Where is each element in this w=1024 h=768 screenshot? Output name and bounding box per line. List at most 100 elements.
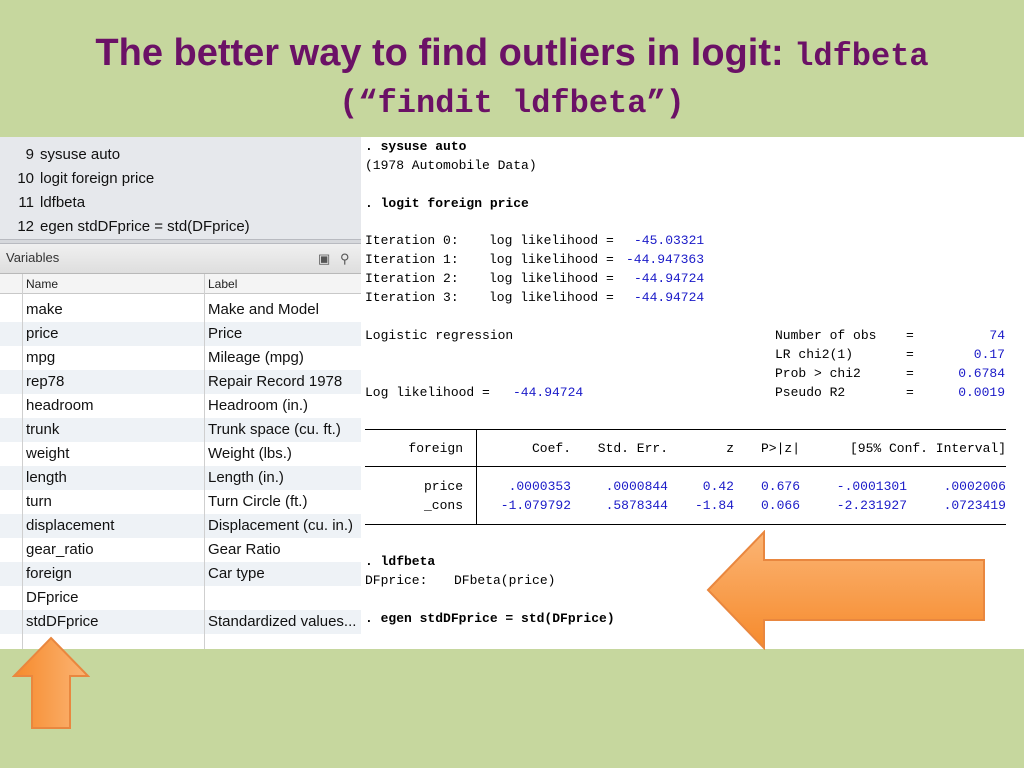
arrow-left-icon [706, 530, 985, 650]
ldfbeta-var: DFprice: [365, 573, 428, 588]
variable-label: Weight (lbs.) [208, 445, 292, 462]
stat-eq: = [906, 385, 914, 400]
output-dataset: (1978 Automobile Data) [365, 158, 537, 173]
cmd-sysuse: . sysuse auto [365, 139, 467, 154]
table-header: P>|z| [760, 441, 800, 456]
properties-toggle-icon[interactable]: ▣ [318, 251, 330, 267]
variable-row[interactable]: length Length (in.) [0, 466, 361, 490]
stat-eq: = [906, 328, 914, 343]
variable-name: length [26, 469, 67, 486]
iteration-label: Iteration 0: [365, 233, 459, 248]
iteration-value: -44.94724 [634, 271, 705, 286]
variable-name: foreign [26, 565, 72, 582]
table-header: [95% Conf. Interval] [849, 441, 1006, 456]
history-item[interactable]: 12 egen stdDFprice = std(DFprice) [0, 215, 250, 239]
stat-value: 0.6784 [958, 366, 1005, 381]
variable-label: Standardized values... [208, 613, 357, 630]
variable-label: Mileage (mpg) [208, 349, 304, 366]
variable-label: Trunk space (cu. ft.) [208, 421, 341, 438]
variable-row[interactable]: price Price [0, 322, 361, 346]
table-dep-var: foreign [408, 441, 463, 456]
variable-name: make [26, 301, 63, 318]
title-subtitle: (“findit ldfbeta”) [339, 85, 685, 122]
cmd-ldfbeta: . ldfbeta [365, 554, 436, 569]
table-top-rule [365, 429, 1006, 430]
variable-name: trunk [26, 421, 60, 438]
iteration-value: -45.03321 [634, 233, 705, 248]
variable-label: Make and Model [208, 301, 319, 318]
table-cell: 0.42 [702, 479, 734, 494]
table-row-var: price [423, 479, 463, 494]
table-header: Coef. [531, 441, 571, 456]
variable-row[interactable]: DFprice [0, 586, 361, 610]
table-cell: 0.676 [760, 479, 800, 494]
stat-label: Pseudo R2 [775, 385, 846, 400]
table-header: Std. Err. [597, 441, 668, 456]
history-cmd: egen stdDFprice = std(DFprice) [40, 218, 250, 235]
history-cmd: sysuse auto [40, 146, 121, 163]
variable-row[interactable]: turn Turn Circle (ft.) [0, 490, 361, 514]
stat-label: LR chi2(1) [775, 347, 854, 362]
variable-row[interactable]: rep78 Repair Record 1978 [0, 370, 361, 394]
column-label-header[interactable]: Label [208, 277, 237, 291]
variable-row[interactable]: mpg Mileage (mpg) [0, 346, 361, 370]
variable-name: headroom [26, 397, 94, 414]
variable-row[interactable]: foreign Car type [0, 562, 361, 586]
model-name: Logistic regression [365, 328, 514, 343]
loglik-label: Log likelihood = [365, 385, 490, 400]
table-cell: .5878344 [605, 498, 668, 513]
history-panel: 9 sysuse auto 10 logit foreign price 11 ldf… [0, 137, 361, 239]
stat-eq: = [906, 347, 914, 362]
variable-name: weight [26, 445, 70, 462]
variable-name: mpg [26, 349, 56, 366]
table-cell: -1.079792 [500, 498, 571, 513]
history-cmd: logit foreign price [40, 170, 155, 187]
variable-label: Headroom (in.) [208, 397, 309, 414]
history-item[interactable]: 10 logit foreign price [0, 167, 154, 191]
iteration-text: log likelihood = [489, 271, 614, 286]
title-code: ldfbeta [794, 38, 929, 75]
history-num: 9 [25, 146, 34, 163]
history-item[interactable]: 11 ldfbeta [0, 191, 85, 215]
variable-row[interactable]: displacement Displacement (cu. in.) [0, 514, 361, 538]
stat-value: 0.0019 [958, 385, 1005, 400]
table-cell: -1.84 [694, 498, 734, 513]
variable-row[interactable]: stdDFprice Standardized values... [0, 610, 361, 634]
search-icon[interactable]: ⚲ [340, 251, 350, 267]
variable-label: Turn Circle (ft.) [208, 493, 308, 510]
history-item[interactable]: 9 sysuse auto [0, 143, 120, 167]
table-cell: -2.231927 [836, 498, 907, 513]
variable-name: rep78 [26, 373, 65, 390]
column-name-header[interactable]: Name [26, 277, 58, 291]
column-divider [22, 274, 23, 649]
left-pane: 9 sysuse auto 10 logit foreign price 11 ldf… [0, 137, 361, 649]
variable-row[interactable]: weight Weight (lbs.) [0, 442, 361, 466]
variables-header: Variables ▣ ⚲ [0, 244, 361, 274]
table-cell: .0000353 [508, 479, 571, 494]
table-header: z [726, 441, 734, 456]
variable-row[interactable]: make Make and Model [0, 298, 361, 322]
cmd-logit: . logit foreign price [365, 196, 529, 211]
variable-row[interactable]: gear_ratio Gear Ratio [0, 538, 361, 562]
table-cell: -.0001301 [836, 479, 907, 494]
history-num: 11 [18, 194, 34, 211]
variable-label: Gear Ratio [208, 541, 281, 558]
arrow-up-icon [12, 636, 90, 729]
variable-row[interactable]: headroom Headroom (in.) [0, 394, 361, 418]
variable-name: stdDFprice [26, 613, 99, 630]
iteration-text: log likelihood = [489, 252, 614, 267]
variable-row[interactable]: trunk Trunk space (cu. ft.) [0, 418, 361, 442]
table-divider [476, 429, 477, 524]
loglik-value: -44.94724 [513, 385, 584, 400]
variable-label: Displacement (cu. in.) [208, 517, 354, 534]
variables-title: Variables [6, 250, 60, 265]
stat-label: Prob > chi2 [775, 366, 861, 381]
table-bottom-rule [365, 524, 1006, 525]
title-text: The better way to find outliers in logit… [95, 32, 795, 74]
history-num: 10 [17, 170, 34, 187]
iteration-label: Iteration 3: [365, 290, 459, 305]
table-header-rule [365, 466, 1006, 467]
stat-value: 0.17 [973, 347, 1005, 362]
variables-column-header: Name Label [0, 274, 361, 294]
variable-label: Car type [208, 565, 265, 582]
